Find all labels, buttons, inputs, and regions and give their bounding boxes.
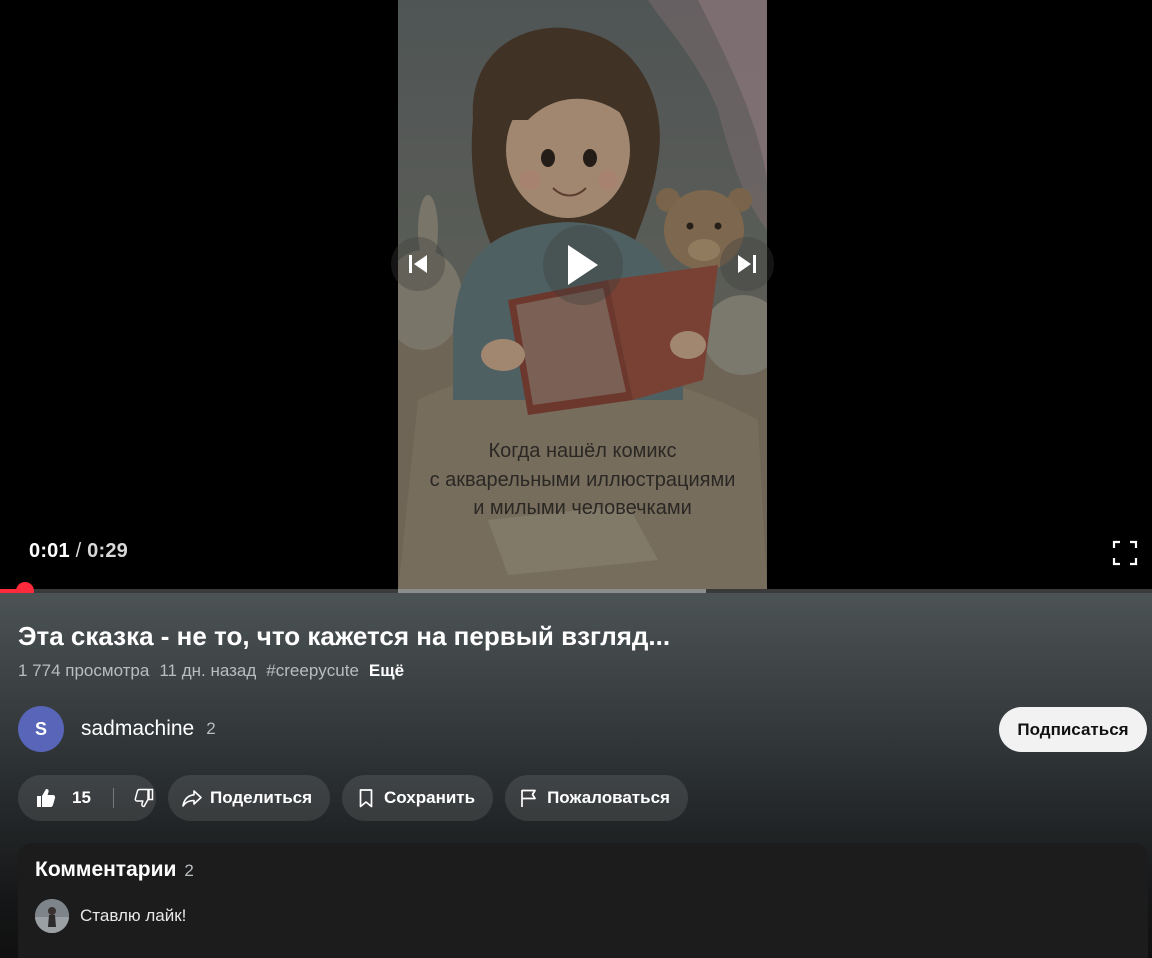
comment-text: Ставлю лайк! <box>80 906 187 925</box>
current-time: 0:01 <box>29 540 70 562</box>
thumbs-down-icon <box>134 788 154 808</box>
comments-panel[interactable]: Комментарии 2 Ставлю лайк! <box>18 843 1148 958</box>
channel-row[interactable]: S sadmachine 2 <box>18 706 216 752</box>
like-divider <box>112 788 114 808</box>
skip-previous-icon <box>409 255 427 273</box>
play-icon <box>568 245 598 285</box>
caption-line: Когда нашёл комикс <box>488 440 677 462</box>
comments-count: 2 <box>184 861 194 880</box>
save-button[interactable]: Сохранить <box>342 775 494 821</box>
hashtag-link[interactable]: #creepycute <box>266 661 359 681</box>
video-player[interactable]: Когда нашёл комикс с акварельными иллюст… <box>0 0 1152 600</box>
subscribe-button[interactable]: Подписаться <box>999 707 1147 752</box>
video-caption: Когда нашёл комикс с акварельными иллюст… <box>398 437 767 523</box>
channel-name[interactable]: sadmachine <box>81 717 194 741</box>
dislike-button[interactable] <box>122 775 154 821</box>
save-label: Сохранить <box>384 788 476 807</box>
share-label: Поделиться <box>210 788 313 807</box>
duration: 0:29 <box>87 540 128 562</box>
flag-icon <box>519 788 539 808</box>
share-icon <box>182 788 202 808</box>
upload-age: 11 дн. назад <box>159 661 257 680</box>
time-separator: / <box>75 540 82 562</box>
next-button[interactable] <box>720 237 774 291</box>
fullscreen-icon <box>1112 540 1138 566</box>
view-count: 1 774 просмотра <box>18 661 150 680</box>
like-count: 15 <box>72 788 91 807</box>
channel-count: 2 <box>206 719 216 738</box>
more-button[interactable]: Ещё <box>369 661 404 681</box>
play-button[interactable] <box>543 225 623 305</box>
time-display: 0:01 / 0:29 <box>29 540 128 563</box>
like-button[interactable]: 15 <box>18 775 91 821</box>
report-label: Пожаловаться <box>547 788 670 807</box>
video-title: Эта сказка - не то, что кажется на первы… <box>18 621 671 651</box>
video-info-panel: Эта сказка - не то, что кажется на первы… <box>0 593 1152 958</box>
bookmark-icon <box>356 788 376 808</box>
channel-avatar[interactable]: S <box>18 706 64 752</box>
fullscreen-button[interactable] <box>1112 540 1138 566</box>
comments-header: Комментарии 2 <box>35 858 194 882</box>
caption-line: и милыми человечками <box>473 497 692 519</box>
previous-button[interactable] <box>391 237 445 291</box>
comments-title: Комментарии <box>35 858 177 881</box>
thumbs-up-icon <box>36 788 56 808</box>
commenter-avatar[interactable] <box>35 899 69 933</box>
like-dislike-group: 15 <box>18 775 156 821</box>
comment-item[interactable]: Ставлю лайк! <box>35 899 186 933</box>
share-button[interactable]: Поделиться <box>168 775 331 821</box>
caption-line: с акварельными иллюстрациями <box>429 468 736 491</box>
report-button[interactable]: Пожаловаться <box>505 775 688 821</box>
skip-next-icon <box>738 255 756 273</box>
action-bar: 15 Поделиться Сохранить Пожаловаться <box>18 775 688 821</box>
video-meta: 1 774 просмотра 11 дн. назад #creepycute… <box>18 661 404 681</box>
